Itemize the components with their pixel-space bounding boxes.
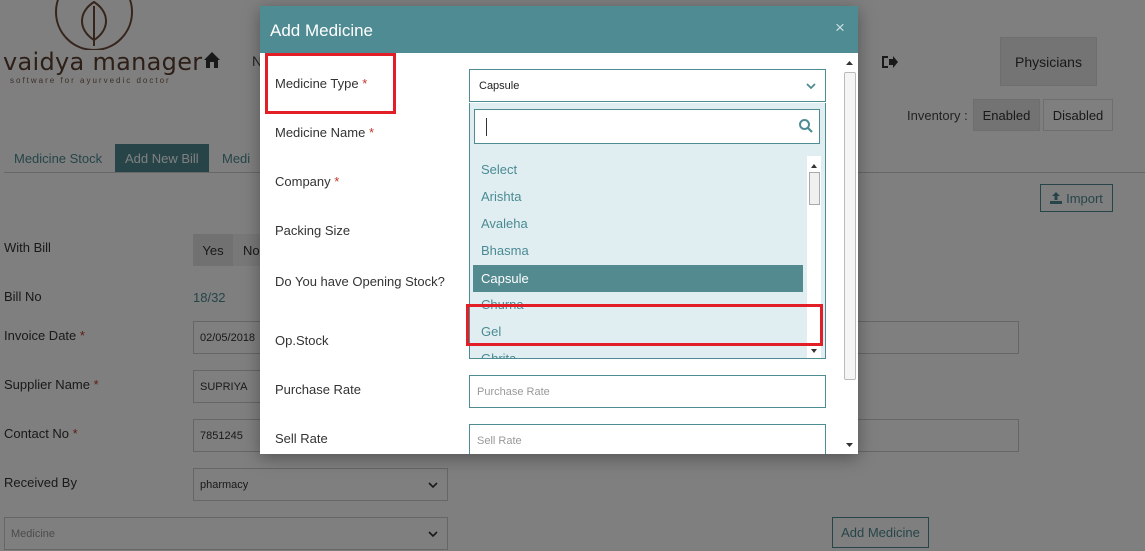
dropdown-search-input[interactable] [474,109,820,144]
option-arishta[interactable]: Arishta [470,183,807,210]
medicine-type-select[interactable]: Capsule [469,69,826,102]
text-cursor [486,118,487,136]
option-ghrita[interactable]: Ghrita [470,345,807,358]
modal-body: Medicine Type * Capsule Medicine Name * … [260,53,858,454]
highlight-box-capsule-option [466,304,823,346]
modal-scroll-thumb[interactable] [844,72,856,380]
close-icon[interactable]: × [835,18,845,38]
dropdown-scroll-thumb[interactable] [809,172,820,205]
opening-stock-question-label: Do You have Opening Stock? [275,274,445,289]
medicine-type-value: Capsule [479,79,520,92]
search-icon [799,119,813,133]
add-medicine-modal: Add Medicine × Medicine Type * Capsule M… [260,6,858,454]
modal-header: Add Medicine × [260,6,858,53]
option-select[interactable]: Select [470,156,807,183]
option-bhasma[interactable]: Bhasma [470,237,807,264]
chevron-down-icon [806,83,816,90]
medicine-name-label: Medicine Name * [275,125,375,140]
option-capsule[interactable]: Capsule [473,265,803,292]
purchase-rate-field[interactable]: Purchase Rate [469,375,826,408]
company-label: Company * [275,174,340,189]
medicine-type-label: Medicine Type * [275,76,368,91]
sell-rate-field[interactable]: Sell Rate [469,424,826,454]
packing-size-label: Packing Size [275,223,351,238]
option-avaleha[interactable]: Avaleha [470,210,807,237]
op-stock-label: Op.Stock [275,333,329,348]
modal-title: Add Medicine [270,21,374,40]
sell-rate-label: Sell Rate [275,431,328,446]
purchase-rate-label: Purchase Rate [275,382,361,397]
